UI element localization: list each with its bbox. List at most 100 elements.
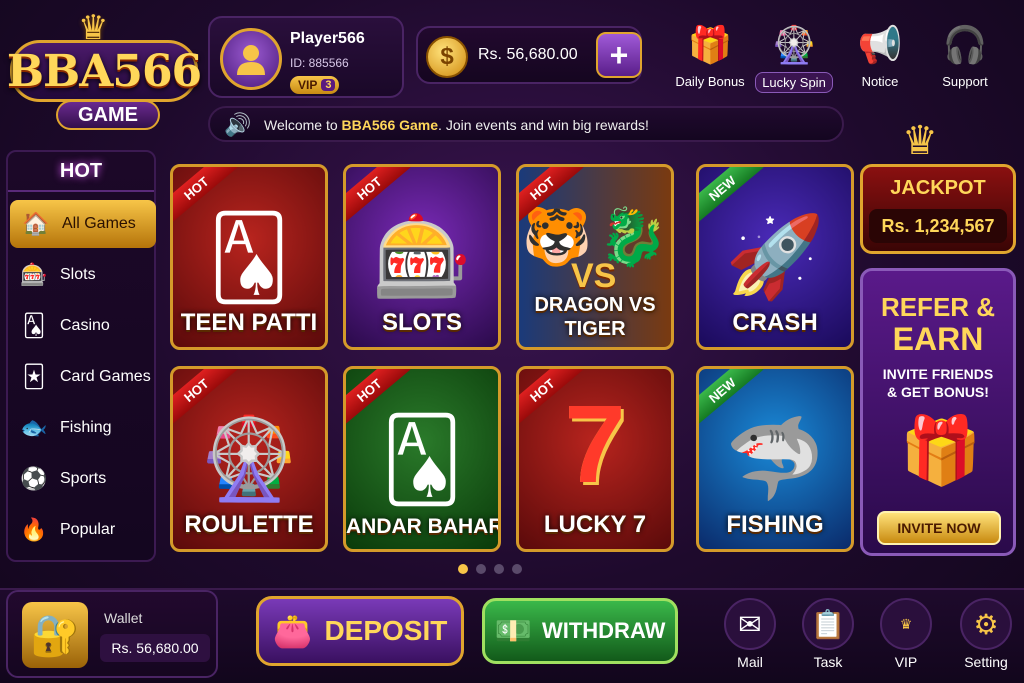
crown-icon: ♛ <box>902 119 938 163</box>
jackpot-panel: JACKPOT Rs. 1,234,567 <box>860 164 1016 254</box>
gift-icon: 🎁 <box>687 24 733 65</box>
player-name: Player566 <box>290 30 365 47</box>
sidebar-item-label: Popular <box>60 521 116 538</box>
game-tile-dragon-vs-tiger[interactable]: 🐯 🐉 VS HOT DRAGON VS TIGER <box>516 164 674 350</box>
sidebar-item-label: All Games <box>62 215 136 232</box>
refer-heading: REFER & EARN <box>863 291 1013 355</box>
slots-icon: 🎰 <box>20 262 48 287</box>
vip-label: VIP <box>894 654 918 670</box>
game-title: LUCKY 7 <box>543 511 647 538</box>
avatar[interactable] <box>220 28 282 90</box>
vip-crown-icon: ♛ <box>880 598 932 650</box>
user-icon <box>237 45 265 75</box>
soccer-ball-icon: ⚽ <box>20 466 48 491</box>
playing-cards-icon: 🃏 <box>22 364 46 389</box>
app-logo: ♛ BBA566 GAME <box>6 8 202 136</box>
daily-bonus-button[interactable]: 🎁 Daily Bonus <box>670 20 750 100</box>
vip-badge: VIP 3 <box>290 76 340 94</box>
game-tile-slots[interactable]: 🎰 HOT SLOTS <box>343 164 501 350</box>
setting-label: Setting <box>964 654 1008 670</box>
refer-line1: REFER & <box>880 292 996 322</box>
notice-button[interactable]: 📢 Notice <box>840 20 920 100</box>
carousel-dot[interactable] <box>512 564 522 574</box>
carousel-dots <box>458 564 522 574</box>
speaker-icon: 🔊 <box>224 112 252 137</box>
sidebar-header: HOT <box>8 152 154 192</box>
wallet-amount: Rs. 56,680.00 <box>100 634 210 662</box>
sidebar-item-card-games[interactable]: 🃏 Card Games <box>8 353 154 401</box>
withdraw-button[interactable]: 💵 WITHDRAW <box>482 598 678 664</box>
lucky-spin-label: Lucky Spin <box>755 72 833 93</box>
fire-icon: 🔥 <box>20 517 48 542</box>
support-label: Support <box>942 74 988 89</box>
wheel-icon: 🎡 <box>771 24 817 65</box>
fish-icon: 🐟 <box>20 415 48 440</box>
refer-sub2: & GET BONUS! <box>887 384 989 400</box>
balance-bar: $ Rs. 56,680.00 + <box>416 26 642 84</box>
game-tile-roulette[interactable]: 🎡 HOT ROULETTE <box>170 366 328 552</box>
game-tile-andar-bahar[interactable]: 🂡 HOT ANDAR BAHAR <box>343 366 501 552</box>
add-funds-button[interactable]: + <box>596 32 642 78</box>
refer-earn-banner[interactable]: REFER & EARN INVITE FRIENDS & GET BONUS!… <box>860 268 1016 556</box>
game-title: DRAGON VS TIGER <box>534 294 656 340</box>
carousel-dot[interactable] <box>476 564 486 574</box>
sidebar-item-label: Card Games <box>60 368 151 385</box>
game-tile-teen-patti[interactable]: 🂡 HOT TEEN PATTI <box>170 164 328 350</box>
vip-level: 3 <box>321 79 336 91</box>
wallet-icon: 👛 <box>272 613 313 649</box>
setting-button[interactable]: ⚙ Setting <box>956 598 1016 676</box>
sidebar-item-label: Casino <box>60 317 110 334</box>
deposit-button[interactable]: 👛 DEPOSIT <box>256 596 464 666</box>
invite-now-button[interactable]: INVITE NOW <box>877 511 1001 545</box>
task-button[interactable]: 📋 Task <box>798 598 858 676</box>
withdraw-label: WITHDRAW <box>541 618 666 643</box>
player-id: ID: 885566 <box>290 56 349 70</box>
support-button[interactable]: 🎧 Support <box>925 20 1005 100</box>
clipboard-icon: 📋 <box>802 598 854 650</box>
announcement-marquee: 🔊 Welcome to BBA566 Game. Join events an… <box>208 106 844 142</box>
mail-label: Mail <box>737 654 763 670</box>
coin-icon: $ <box>426 36 468 78</box>
vip-label: VIP <box>298 78 318 92</box>
sidebar-item-slots[interactable]: 🎰 Slots <box>8 251 154 299</box>
gift-icon: 🎁 <box>899 413 983 487</box>
sidebar-item-fishing[interactable]: 🐟 Fishing <box>8 404 154 452</box>
vs-text: VS <box>571 257 617 295</box>
carousel-dot[interactable] <box>458 564 468 574</box>
balance-amount: Rs. 56,680.00 <box>478 46 578 63</box>
player-card[interactable]: Player566 ID: 885566 VIP 3 <box>208 16 404 98</box>
game-title: CRASH <box>732 309 818 336</box>
notice-label: Notice <box>861 74 899 89</box>
marquee-highlight: BBA566 Game <box>341 117 439 133</box>
sidebar-item-popular[interactable]: 🔥 Popular <box>8 506 154 554</box>
home-icon: 🏠 <box>22 211 50 236</box>
sidebar-item-label: Sports <box>60 470 107 487</box>
wallet-panel[interactable]: 🔐 Wallet Rs. 56,680.00 <box>6 590 218 678</box>
megaphone-icon: 📢 <box>857 24 903 65</box>
vip-button[interactable]: ♛ VIP <box>876 598 936 676</box>
cash-icon: 💵 <box>494 614 532 648</box>
jackpot-amount: Rs. 1,234,567 <box>869 209 1007 243</box>
refer-sub1: INVITE FRIENDS <box>882 366 994 382</box>
logo-text: BBA566 <box>7 40 202 102</box>
refer-subtext: INVITE FRIENDS & GET BONUS! <box>863 365 1013 401</box>
mail-button[interactable]: ✉ Mail <box>720 598 780 676</box>
game-tile-crash[interactable]: 🚀 NEW CRASH <box>696 164 854 350</box>
refer-line2: EARN <box>892 321 984 357</box>
mail-icon: ✉ <box>724 598 776 650</box>
daily-bonus-label: Daily Bonus <box>675 74 745 89</box>
lucky-spin-button[interactable]: 🎡 Lucky Spin <box>754 20 834 100</box>
sidebar-item-all-games[interactable]: 🏠 All Games <box>10 200 156 248</box>
sidebar-item-sports[interactable]: ⚽ Sports <box>8 455 154 503</box>
category-sidebar: HOT 🏠 All Games 🎰 Slots 🂡 Casino 🃏 Card … <box>6 150 156 562</box>
jackpot-title: JACKPOT <box>890 177 986 199</box>
carousel-dot[interactable] <box>494 564 504 574</box>
game-title: ROULETTE <box>184 511 314 538</box>
sidebar-item-label: Fishing <box>60 419 112 436</box>
game-title: SLOTS <box>381 309 462 336</box>
sidebar-item-casino[interactable]: 🂡 Casino <box>8 302 154 350</box>
game-tile-lucky-7[interactable]: 7 HOT LUCKY 7 <box>516 366 674 552</box>
game-tile-fishing[interactable]: 🦈 NEW FISHING <box>696 366 854 552</box>
marquee-prefix: Welcome to <box>264 117 342 133</box>
task-label: Task <box>813 654 843 670</box>
